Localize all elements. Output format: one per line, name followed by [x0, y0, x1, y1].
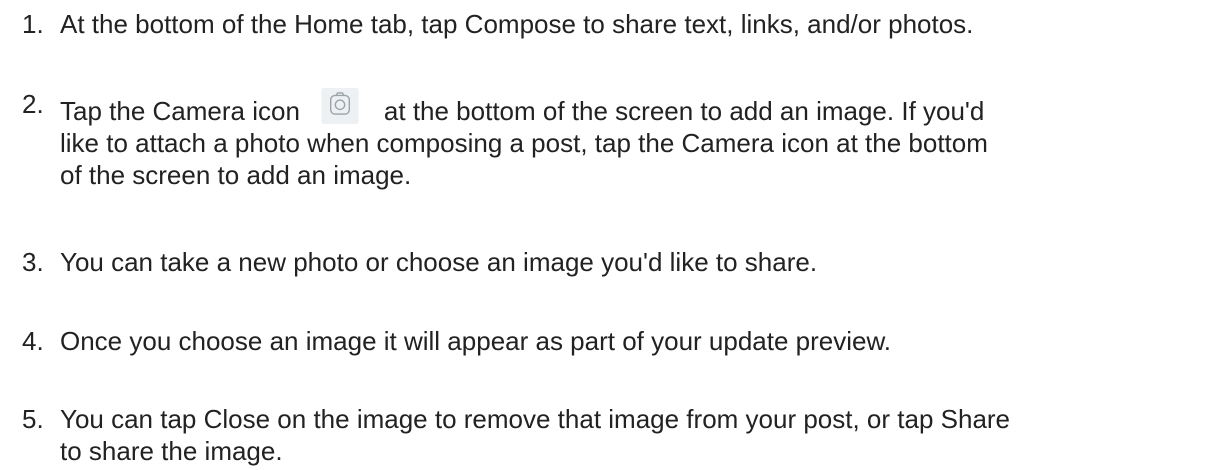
step-line: You can tap Close on the image to remove…	[60, 404, 1011, 434]
step-text: Tap the Camera icon at the bottom of the…	[60, 88, 1200, 191]
step-line: like to attach a photo when composing a …	[60, 128, 988, 158]
step-number: 4.	[22, 326, 44, 356]
step-line: Tap the Camera icon at the bottom of the…	[60, 88, 1200, 127]
step-line: of the screen to add an image.	[60, 160, 412, 190]
step-line: to share the image.	[60, 436, 283, 466]
step-text: Once you choose an image it will appear …	[60, 326, 892, 356]
step-text: At the bottom of the Home tab, tap Compo…	[60, 9, 974, 39]
step-text: You can take a new photo or choose an im…	[60, 247, 818, 277]
step-number: 3.	[22, 247, 44, 277]
step-text: You can tap Close on the image to remove…	[60, 403, 1200, 467]
step-number: 2.	[22, 89, 44, 119]
step-number: 1.	[22, 9, 44, 39]
step-text-before-icon: Tap the Camera icon	[60, 96, 300, 126]
step-text-after-icon: at the bottom of the screen to add an im…	[383, 96, 985, 126]
step-number: 5.	[22, 404, 44, 434]
camera-icon	[310, 88, 370, 124]
instruction-list: 1. At the bottom of the Home tab, tap Co…	[0, 0, 1220, 470]
